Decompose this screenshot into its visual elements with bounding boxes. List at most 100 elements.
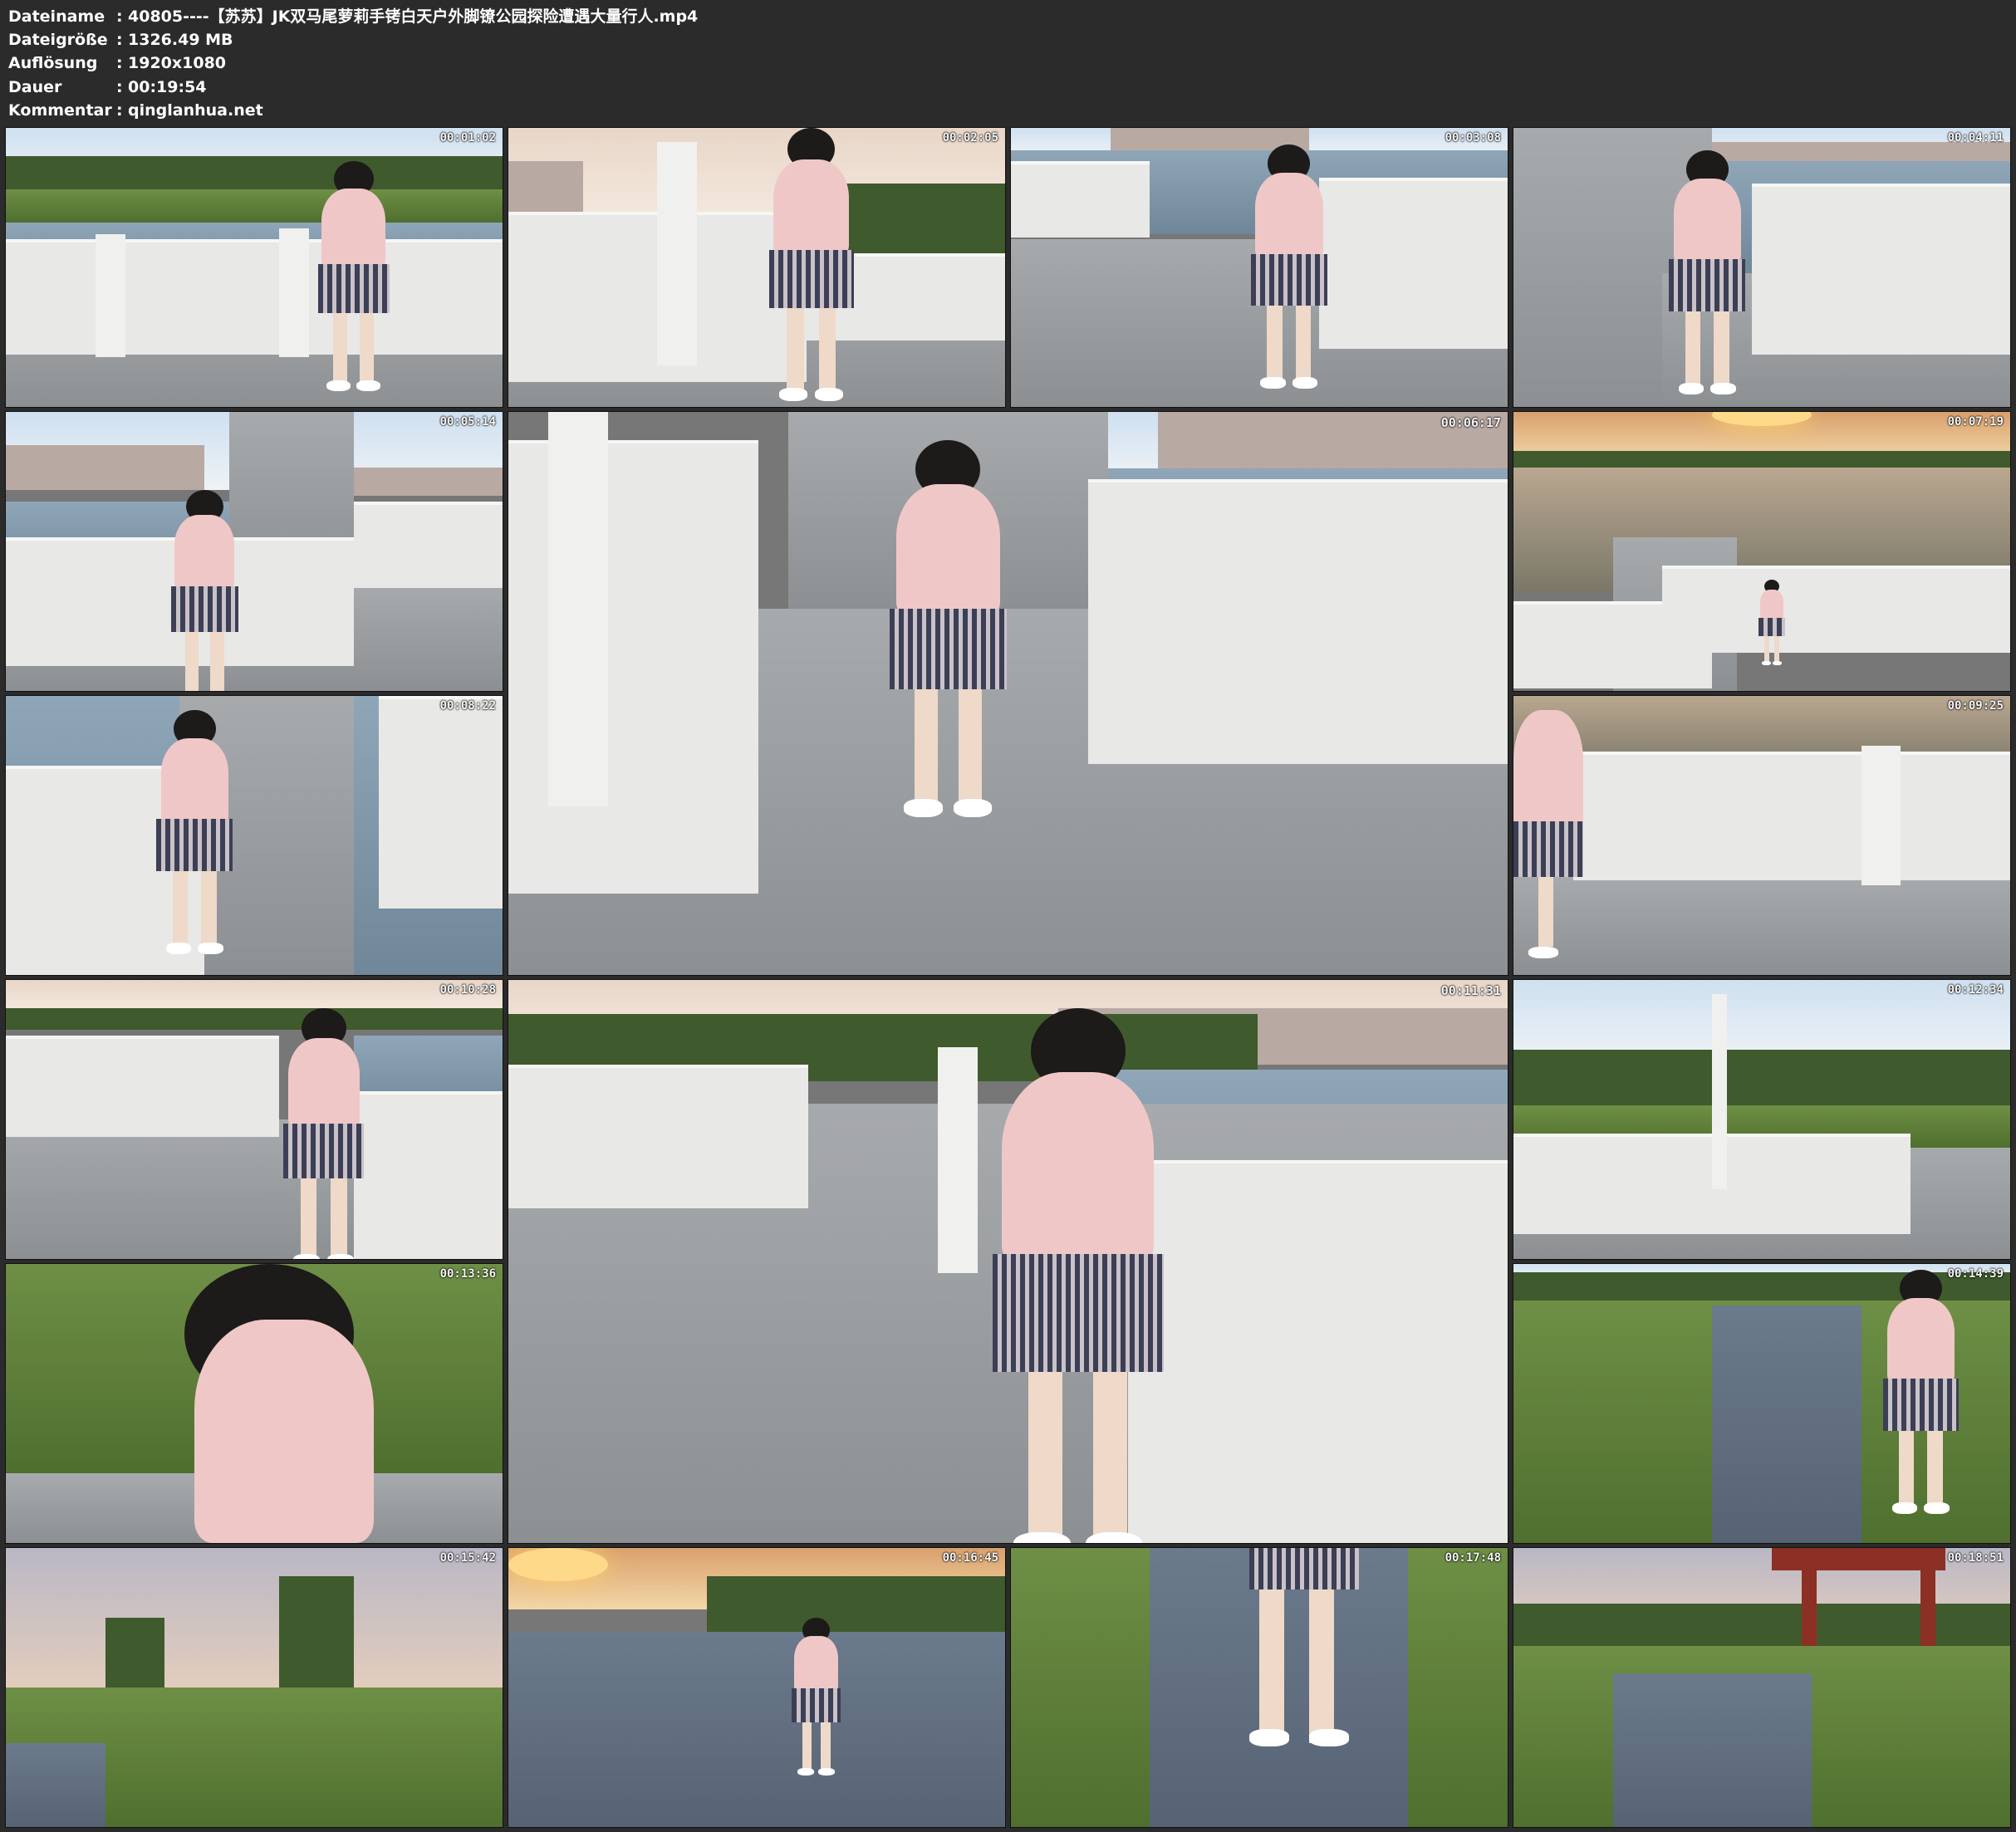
scene-shape bbox=[6, 189, 503, 223]
thumbnail-frame: 00:18:51 bbox=[1513, 1547, 2011, 1828]
scene-shape bbox=[326, 380, 351, 392]
scene-shape bbox=[300, 1178, 317, 1259]
thumbnail-frame: 00:07:19 bbox=[1513, 411, 2011, 692]
thumbnail-timestamp: 00:17:48 bbox=[1445, 1551, 1501, 1565]
thumbnail-frame: 00:11:31 bbox=[508, 979, 1508, 1544]
scene-shape bbox=[1752, 184, 2010, 355]
scene-shape bbox=[914, 688, 938, 806]
scene-shape bbox=[1308, 1590, 1334, 1744]
scene-shape bbox=[327, 1253, 355, 1259]
scene-shape bbox=[1920, 1570, 1936, 1654]
scene-shape bbox=[787, 308, 804, 394]
thumbnail-timestamp: 00:10:28 bbox=[439, 983, 496, 997]
scene-shape bbox=[1028, 1371, 1063, 1543]
thumbnail-timestamp: 00:16:45 bbox=[942, 1551, 998, 1565]
thumbnail-frame: 00:17:48 bbox=[1010, 1547, 1508, 1828]
scene-shape bbox=[1673, 179, 1741, 264]
thumbnail-timestamp: 00:11:31 bbox=[1440, 983, 1501, 998]
scene-shape bbox=[95, 233, 125, 357]
thumbnail-timestamp: 00:14:39 bbox=[1947, 1267, 2004, 1281]
thumbnail-frame: 00:12:34 bbox=[1513, 979, 2011, 1260]
scene-shape bbox=[508, 439, 758, 894]
scene-shape bbox=[170, 586, 238, 633]
scene-shape bbox=[6, 1548, 503, 1687]
scene-shape bbox=[1267, 306, 1283, 382]
scene-shape bbox=[794, 1636, 839, 1692]
scene-shape bbox=[317, 263, 390, 314]
thumbnail-frame: 00:01:02 bbox=[5, 127, 503, 408]
scene-shape bbox=[210, 632, 224, 691]
thumbnail-timestamp: 00:08:22 bbox=[439, 699, 496, 713]
scene-shape bbox=[1758, 617, 1786, 637]
scene-shape bbox=[1898, 1430, 1915, 1507]
scene-shape bbox=[6, 445, 205, 491]
scene-shape bbox=[1513, 709, 1583, 835]
scene-shape bbox=[1513, 821, 1583, 878]
thumbnail-timestamp: 00:09:25 bbox=[1947, 699, 2004, 713]
thumbnail-frame: 00:13:36 bbox=[5, 1263, 503, 1544]
scene-shape bbox=[1572, 752, 2010, 881]
scene-shape bbox=[953, 798, 993, 817]
scene-shape bbox=[779, 387, 808, 401]
scene-shape bbox=[1092, 1371, 1128, 1543]
thumbnail-frame: 00:04:11 bbox=[1513, 127, 2011, 408]
scene-shape bbox=[1013, 1532, 1071, 1543]
scene-shape bbox=[1513, 451, 2010, 468]
scene-shape bbox=[1685, 311, 1701, 388]
thumbnail-frame: 00:16:45 bbox=[508, 1547, 1006, 1828]
thumbnail-timestamp: 00:15:42 bbox=[439, 1551, 496, 1565]
scene-shape bbox=[958, 688, 982, 806]
scene-shape bbox=[773, 159, 850, 256]
thumbnail-timestamp: 00:07:19 bbox=[1947, 415, 2004, 429]
scene-shape bbox=[198, 942, 223, 954]
thumbnail-timestamp: 00:12:34 bbox=[1947, 983, 2004, 997]
thumbnail-frame: 00:02:05 bbox=[508, 127, 1006, 408]
scene-shape bbox=[1087, 479, 1508, 765]
scene-shape bbox=[360, 313, 375, 385]
scene-shape bbox=[331, 1178, 347, 1259]
scene-shape bbox=[1891, 1501, 1918, 1514]
scene-shape bbox=[1773, 661, 1783, 666]
thumbnail-frame: 00:10:28 bbox=[5, 979, 503, 1260]
scene-shape bbox=[353, 468, 503, 496]
scene-shape bbox=[1398, 1548, 1508, 1827]
scene-shape bbox=[1308, 1729, 1349, 1746]
scene-shape bbox=[1259, 1590, 1284, 1744]
scene-shape bbox=[508, 1548, 608, 1582]
scene-shape bbox=[278, 228, 309, 357]
scene-shape bbox=[992, 1254, 1164, 1372]
scene-shape bbox=[938, 1047, 979, 1273]
scene-shape bbox=[1513, 1050, 2010, 1106]
scene-shape bbox=[1801, 1570, 1817, 1654]
scene-shape bbox=[548, 412, 609, 806]
scene-shape bbox=[1759, 589, 1784, 620]
scene-shape bbox=[160, 738, 228, 824]
scene-shape bbox=[378, 696, 503, 909]
thumbnail-timestamp: 00:05:14 bbox=[439, 415, 496, 429]
scene-shape bbox=[165, 942, 192, 954]
scene-shape bbox=[508, 1064, 808, 1209]
scene-shape bbox=[815, 387, 844, 401]
scene-shape bbox=[1861, 746, 1901, 886]
scene-shape bbox=[768, 249, 854, 309]
scene-shape bbox=[6, 1007, 503, 1031]
thumbnail-frame: 00:03:08 bbox=[1010, 127, 1508, 408]
scene-shape bbox=[1538, 877, 1553, 948]
scene-shape bbox=[1714, 311, 1729, 388]
scene-shape bbox=[1761, 661, 1771, 666]
scene-shape bbox=[657, 141, 698, 365]
scene-shape bbox=[1127, 1159, 1508, 1543]
scene-shape bbox=[1251, 253, 1327, 306]
scene-shape bbox=[172, 871, 189, 948]
scene-shape bbox=[353, 501, 503, 589]
scene-shape bbox=[1513, 877, 2010, 975]
scene-shape bbox=[6, 1743, 105, 1827]
scene-shape bbox=[1886, 1297, 1955, 1384]
thumbnail-frame: 00:05:14 bbox=[5, 411, 503, 692]
thumbnail-timestamp: 00:18:51 bbox=[1947, 1551, 2004, 1565]
scene-shape bbox=[6, 1036, 279, 1137]
scene-shape bbox=[1712, 993, 1728, 1189]
scene-shape bbox=[1085, 1532, 1143, 1543]
thumbnail-frame: 00:08:22 bbox=[5, 695, 503, 976]
scene-shape bbox=[1011, 161, 1150, 238]
